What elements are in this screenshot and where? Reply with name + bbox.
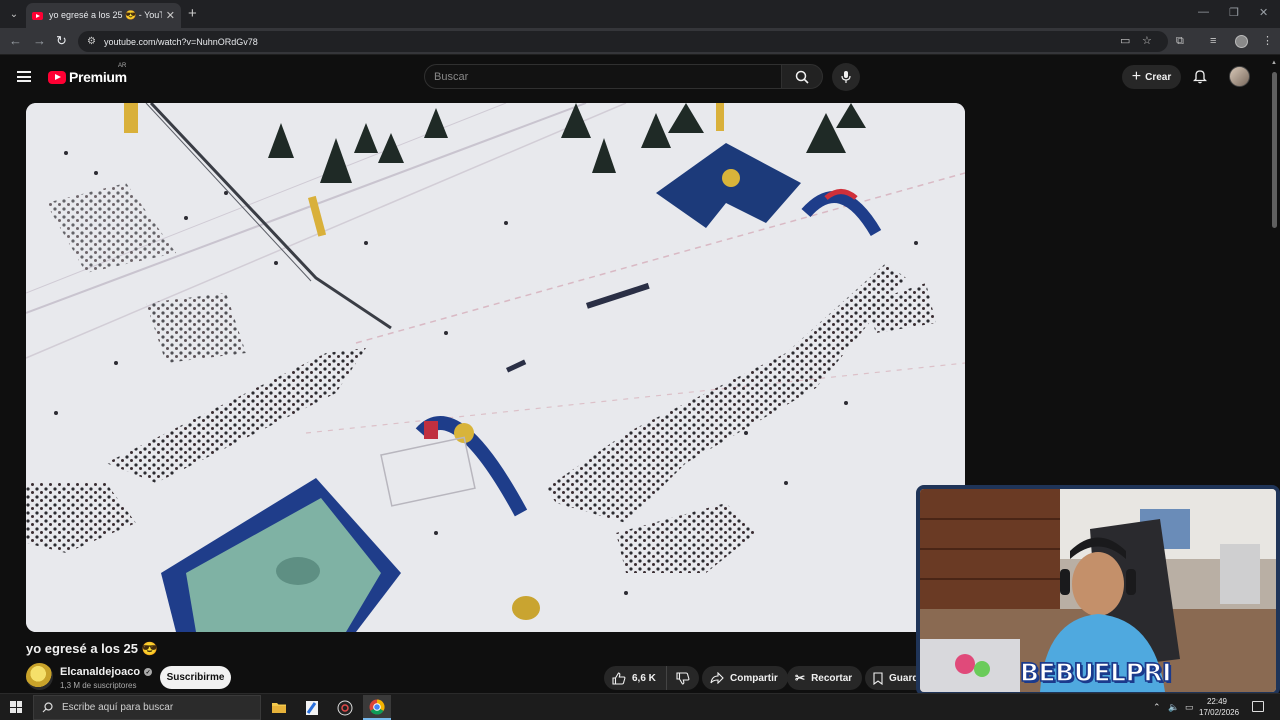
channel-avatar[interactable] bbox=[26, 663, 53, 690]
windows-taskbar: Escribe aquí para buscar ⌃ 🔈 ▭ 22:49 17/… bbox=[0, 693, 1280, 720]
obs-app-icon[interactable] bbox=[331, 695, 359, 720]
like-count: 6,6 K bbox=[632, 672, 656, 684]
voice-search-button[interactable] bbox=[832, 63, 860, 91]
back-icon[interactable]: ← bbox=[9, 33, 22, 49]
new-tab-button[interactable]: + bbox=[188, 6, 197, 21]
volume-icon[interactable]: 🔈 bbox=[1168, 702, 1179, 713]
tab-title: yo egresé a los 25 😎 - YouTube bbox=[49, 10, 162, 20]
user-avatar[interactable] bbox=[1229, 66, 1250, 87]
search-icon bbox=[795, 70, 809, 84]
create-button[interactable]: + Crear bbox=[1122, 65, 1181, 89]
restore-button[interactable]: ❐ bbox=[1229, 6, 1239, 19]
subscriber-count: 1,3 M de suscriptores bbox=[60, 681, 137, 690]
youtube-brand-text: Premium bbox=[69, 69, 127, 85]
clock-time: 22:49 bbox=[1206, 697, 1228, 706]
close-window-button[interactable]: ✕ bbox=[1259, 6, 1268, 19]
dislike-button[interactable] bbox=[667, 666, 699, 690]
country-code: AR bbox=[118, 63, 127, 69]
address-bar[interactable]: ⚙ youtube.com/watch?v=NuhnORdGv78 bbox=[78, 31, 1168, 52]
clock-date: 17/02/2026 bbox=[1199, 708, 1240, 717]
site-info-icon[interactable]: ⚙ bbox=[87, 36, 96, 47]
extensions-icon[interactable]: ⧉ bbox=[1176, 34, 1184, 48]
subscribe-button[interactable]: Suscribirme bbox=[160, 666, 231, 689]
clip-label: Recortar bbox=[811, 672, 853, 684]
hamburger-icon[interactable] bbox=[17, 71, 31, 82]
chrome-icon[interactable] bbox=[363, 695, 391, 720]
streamer-name-overlay: BEBUELPRI bbox=[1019, 657, 1172, 688]
browser-tab-strip: ⌄ yo egresé a los 25 😎 - YouTube ✕ + — ❐… bbox=[0, 0, 1280, 28]
tab-search-icon[interactable]: ⌄ bbox=[5, 5, 23, 23]
network-icon[interactable]: ▭ bbox=[1185, 702, 1194, 713]
video-frame bbox=[26, 103, 965, 632]
search-button[interactable] bbox=[781, 64, 823, 89]
menu-dots-icon[interactable]: ⋮ bbox=[1262, 34, 1273, 48]
bookmark-icon bbox=[873, 671, 883, 685]
browser-tab[interactable]: yo egresé a los 25 😎 - YouTube ✕ bbox=[26, 3, 181, 28]
video-title: yo egresé a los 25 😎 bbox=[26, 641, 158, 656]
screen: ⌄ yo egresé a los 25 😎 - YouTube ✕ + — ❐… bbox=[0, 0, 1280, 720]
scissors-icon: ✂ bbox=[795, 671, 806, 685]
like-dislike-group: 6,6 K bbox=[604, 666, 699, 690]
clip-button[interactable]: ✂ Recortar bbox=[787, 666, 863, 690]
share-label: Compartir bbox=[730, 672, 778, 684]
plus-icon: + bbox=[1131, 68, 1142, 85]
reload-icon[interactable]: ↻ bbox=[56, 33, 67, 49]
notification-icon[interactable] bbox=[1252, 701, 1264, 712]
mic-icon bbox=[841, 71, 851, 83]
channel-name[interactable]: Elcanaldejoaco bbox=[60, 666, 140, 678]
share-button[interactable]: Compartir bbox=[702, 666, 788, 690]
youtube-logo[interactable]: Premium AR bbox=[48, 63, 127, 85]
share-icon bbox=[710, 672, 724, 684]
bell-icon[interactable] bbox=[1192, 69, 1208, 89]
bookmark-star-icon[interactable]: ☆ bbox=[1142, 34, 1152, 48]
youtube-favicon bbox=[32, 11, 43, 20]
save-label: Guard bbox=[889, 672, 919, 684]
media-icon[interactable]: ≡ bbox=[1210, 34, 1216, 48]
tab-close-icon[interactable]: ✕ bbox=[166, 9, 175, 22]
taskbar-clock[interactable]: 22:49 17/02/2026 bbox=[1199, 696, 1240, 718]
channel-name-row[interactable]: Elcanaldejoaco ✓ bbox=[60, 666, 153, 678]
youtube-play-icon bbox=[48, 70, 66, 84]
search-icon bbox=[42, 702, 53, 713]
scrollbar-thumb[interactable] bbox=[1272, 72, 1277, 228]
forward-icon[interactable]: → bbox=[33, 33, 46, 49]
install-icon[interactable]: ▭ bbox=[1120, 34, 1130, 48]
notes-app-icon[interactable] bbox=[298, 695, 326, 720]
search-box bbox=[424, 64, 782, 89]
like-icon bbox=[612, 671, 626, 685]
browser-toolbar: ← → ↻ ⚙ youtube.com/watch?v=NuhnORdGv78 … bbox=[0, 28, 1280, 55]
youtube-masthead: Premium AR + Crear bbox=[0, 56, 1280, 98]
verified-icon: ✓ bbox=[144, 668, 153, 676]
tray-expand-icon[interactable]: ⌃ bbox=[1153, 702, 1161, 713]
create-label: Crear bbox=[1145, 71, 1172, 83]
minimize-button[interactable]: — bbox=[1198, 6, 1209, 18]
taskbar-search-placeholder: Escribe aquí para buscar bbox=[62, 702, 174, 713]
dislike-icon bbox=[676, 671, 690, 685]
url-text: youtube.com/watch?v=NuhnORdGv78 bbox=[103, 36, 258, 47]
scroll-up-icon[interactable]: ▲ bbox=[1271, 60, 1277, 66]
windows-icon[interactable] bbox=[10, 701, 22, 713]
like-button[interactable]: 6,6 K bbox=[604, 666, 667, 690]
file-explorer-icon[interactable] bbox=[265, 695, 293, 720]
browser-profile-avatar[interactable] bbox=[1235, 35, 1248, 48]
taskbar-search[interactable]: Escribe aquí para buscar bbox=[33, 695, 261, 720]
search-input[interactable] bbox=[425, 65, 781, 88]
video-player[interactable] bbox=[26, 103, 965, 632]
